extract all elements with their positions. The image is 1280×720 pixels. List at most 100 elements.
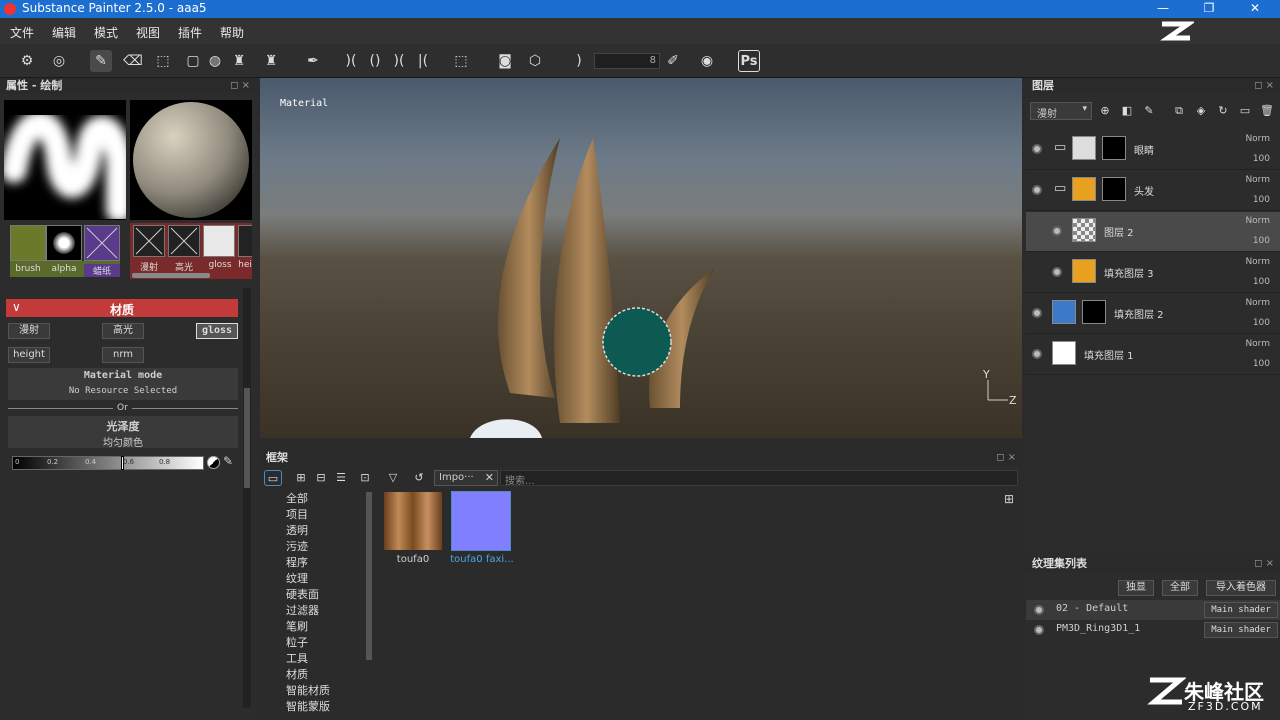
all-button[interactable]: 全部 [1162, 580, 1198, 596]
search-input[interactable]: 搜索... [500, 470, 1018, 487]
category-item[interactable]: 材质 [286, 666, 308, 682]
layer-opacity[interactable]: 100 [1253, 318, 1270, 328]
channel-gloss-button[interactable]: gloss [196, 323, 238, 339]
add-fill-layer-icon[interactable]: ◈ [1192, 102, 1210, 120]
shader-select[interactable]: Main shader [1204, 602, 1278, 618]
add-layer-icon[interactable]: ⧉ [1170, 102, 1188, 120]
layer-mask-thumbnail[interactable] [1102, 177, 1126, 201]
brush-size-field[interactable]: 8 [594, 53, 660, 69]
specular-chip[interactable] [168, 225, 200, 257]
height-chip[interactable] [238, 225, 252, 257]
layer-name[interactable]: 图层 2 [1104, 224, 1134, 239]
clone-stamp-icon[interactable]: ♜ [228, 50, 250, 72]
panel-close-icon[interactable]: ◻ × [1254, 78, 1274, 94]
category-item[interactable]: 粒子 [286, 634, 308, 650]
stencil-chip[interactable] [84, 225, 120, 261]
layer-thumbnail[interactable] [1072, 259, 1096, 283]
menu-mode[interactable]: 模式 [94, 24, 118, 41]
layer-mask-thumbnail[interactable] [1082, 300, 1106, 324]
settings-icon[interactable]: ◎ [48, 50, 70, 72]
visibility-eye-icon[interactable] [1052, 226, 1062, 236]
brush-chip[interactable] [10, 225, 46, 261]
properties-scrollbar-track[interactable] [243, 288, 251, 708]
category-item[interactable]: 全部 [286, 490, 308, 506]
layer-mask-thumbnail[interactable] [1102, 136, 1126, 160]
cube-icon[interactable]: ⬡ [524, 50, 546, 72]
visibility-eye-icon[interactable] [1032, 144, 1042, 154]
layer-row[interactable]: 图层 2 Norm 100 [1026, 212, 1280, 252]
layer-blend-mode[interactable]: Norm [1245, 257, 1270, 267]
channel-normal-button[interactable]: nrm [102, 347, 144, 363]
category-item[interactable]: 工具 [286, 650, 308, 666]
eyedropper-icon[interactable]: ✎ [223, 454, 233, 468]
shader-select[interactable]: Main shader [1204, 622, 1278, 638]
eraser-icon[interactable]: ⌫ [122, 50, 144, 72]
screenshot-icon[interactable]: ◉ [696, 50, 718, 72]
channel-height-button[interactable]: height [8, 347, 50, 363]
category-item[interactable]: 硬表面 [286, 586, 319, 602]
gloss-chip[interactable] [203, 225, 235, 257]
panel-close-icon[interactable]: ◻ × [230, 78, 250, 94]
layer-blend-mode[interactable]: Norm [1245, 175, 1270, 185]
layer-thumbnail[interactable] [1072, 177, 1096, 201]
folder-icon[interactable]: ▭ [1054, 181, 1066, 196]
color-picker-icon[interactable]: ✒ [302, 50, 324, 72]
visibility-eye-icon[interactable] [1052, 267, 1062, 277]
filter-tag[interactable]: Impo··· ✕ [434, 470, 498, 486]
delete-icon[interactable]: 🗑 [1258, 102, 1276, 120]
chip-scrollbar[interactable] [132, 273, 210, 278]
shelf-item-thumb[interactable] [451, 491, 511, 551]
minimize-button[interactable]: — [1140, 0, 1186, 18]
layer-row[interactable]: ▭ 头发 Norm 100 [1026, 171, 1280, 211]
layer-name[interactable]: 填充图层 3 [1104, 265, 1154, 280]
refresh-icon[interactable]: ↻ [1214, 102, 1232, 120]
mirror-icon[interactable]: )( [340, 50, 362, 72]
layer-blend-mode[interactable]: Norm [1245, 298, 1270, 308]
copy-icon[interactable]: ⊟ [312, 470, 330, 486]
diffuse-chip[interactable] [133, 225, 165, 257]
layer-blend-mode[interactable]: Norm [1245, 339, 1270, 349]
symmetry-toggle-icon[interactable]: ) [568, 50, 590, 72]
alpha-chip[interactable] [46, 225, 82, 261]
close-button[interactable]: ✕ [1232, 0, 1278, 18]
glossiness-slider[interactable]: 0 0.2 0.4 0.6 0.8 [12, 456, 204, 470]
menu-help[interactable]: 帮助 [220, 24, 244, 41]
visibility-eye-icon[interactable] [1034, 625, 1044, 635]
channel-select[interactable]: 漫射 ▾ [1030, 102, 1092, 120]
photoshop-export-button[interactable]: Ps [738, 50, 760, 72]
panel-close-icon[interactable]: ◻ × [1254, 556, 1274, 572]
new-folder-icon[interactable]: ⊞ [292, 470, 310, 486]
layer-thumbnail[interactable] [1052, 300, 1076, 324]
polygon-fill-icon[interactable]: ▢ [182, 50, 204, 72]
solo-button[interactable]: 独显 [1118, 580, 1154, 596]
layer-blend-mode[interactable]: Norm [1245, 216, 1270, 226]
reset-icon[interactable]: ↺ [410, 470, 428, 486]
channel-specular-button[interactable]: 高光 [102, 323, 144, 339]
category-item[interactable]: 项目 [286, 506, 308, 522]
mirror-y-icon[interactable]: () [364, 50, 386, 72]
visibility-eye-icon[interactable] [1032, 349, 1042, 359]
texture-set-row[interactable]: PM3D_Ring3D1_1 Main shader [1026, 620, 1280, 640]
layer-opacity[interactable]: 100 [1253, 236, 1270, 246]
glossiness-slot[interactable]: 光泽度 均匀颜色 [8, 416, 238, 449]
category-scrollbar[interactable] [366, 492, 372, 660]
layer-opacity[interactable]: 100 [1253, 154, 1270, 164]
visibility-eye-icon[interactable] [1034, 605, 1044, 615]
category-item[interactable]: 纹理 [286, 570, 308, 586]
shelf-item-label[interactable]: toufa0 faxi... [446, 554, 518, 565]
layer-opacity[interactable]: 100 [1253, 359, 1270, 369]
invert-icon[interactable] [207, 456, 220, 469]
visibility-eye-icon[interactable] [1032, 185, 1042, 195]
layer-opacity[interactable]: 100 [1253, 195, 1270, 205]
shelf-item-label[interactable]: toufa0 [384, 554, 442, 565]
mirror-x-icon[interactable]: |( [412, 50, 434, 72]
layer-name[interactable]: 填充图层 2 [1114, 306, 1164, 321]
list-icon[interactable]: ☰ [332, 470, 350, 486]
category-item[interactable]: 智能材质 [286, 682, 330, 698]
layer-row[interactable]: 填充图层 2 Norm 100 [1026, 294, 1280, 334]
layer-row[interactable]: 填充图层 1 Norm 100 [1026, 335, 1280, 375]
add-mask-icon[interactable]: ◧ [1118, 102, 1136, 120]
grid-view-icon[interactable]: ⊞ [1004, 492, 1014, 506]
mirror-z-icon[interactable]: )( [388, 50, 410, 72]
shelf-item-thumb[interactable] [384, 492, 442, 550]
